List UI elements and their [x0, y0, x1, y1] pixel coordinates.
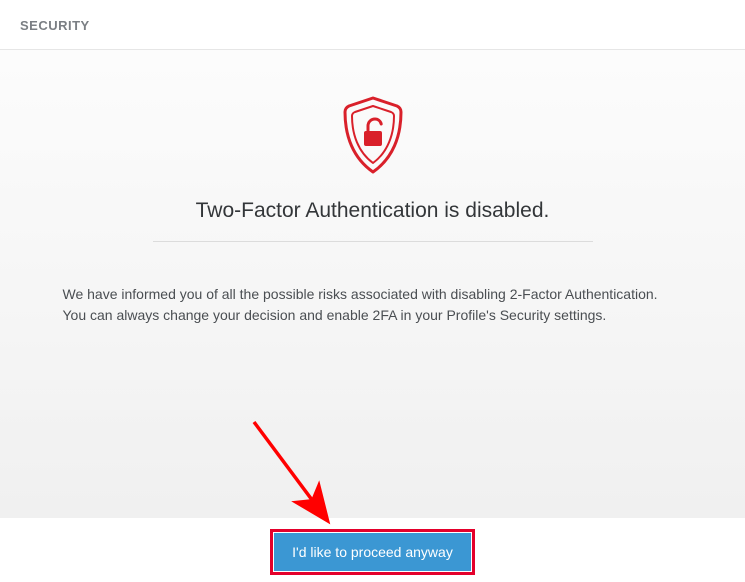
shield-unlock-icon [339, 96, 407, 181]
info-text: We have informed you of all the possible… [63, 284, 683, 326]
page-title: SECURITY [20, 18, 725, 33]
divider [153, 241, 593, 242]
info-line-2: You can always change your decision and … [63, 307, 607, 323]
page-header: SECURITY [0, 0, 745, 50]
info-line-1: We have informed you of all the possible… [63, 286, 658, 302]
footer-bar: I'd like to proceed anyway [0, 522, 745, 582]
status-title: Two-Factor Authentication is disabled. [196, 199, 550, 223]
proceed-button[interactable]: I'd like to proceed anyway [274, 533, 471, 571]
content-area: Two-Factor Authentication is disabled. W… [0, 50, 745, 518]
